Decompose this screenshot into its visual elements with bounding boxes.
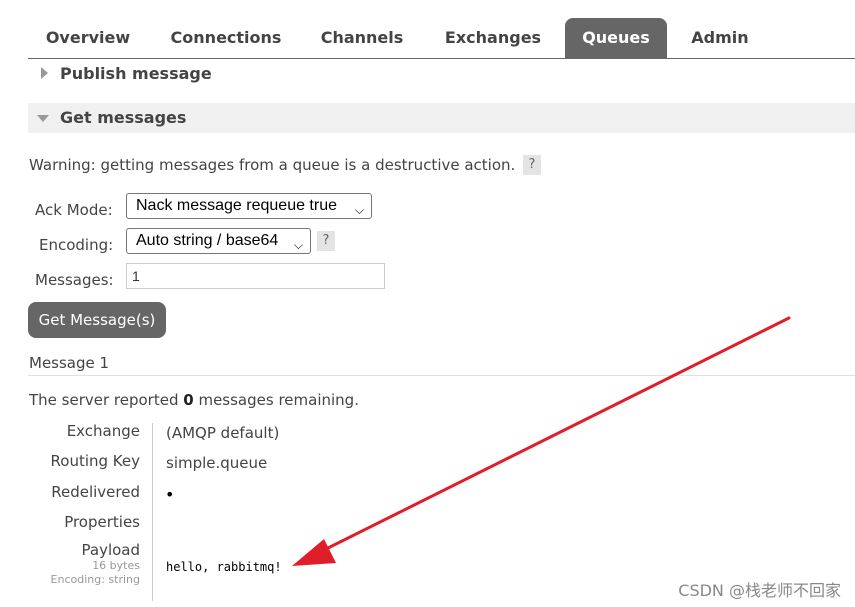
routing-key-key: Routing Key xyxy=(50,452,140,470)
remaining-prefix: The server reported xyxy=(29,391,184,409)
section-title: Publish message xyxy=(60,64,212,83)
nav-tabs: Overview Connections Channels Exchanges … xyxy=(28,18,855,59)
payload-key: Payload xyxy=(81,541,141,559)
section-title: Get messages xyxy=(60,108,187,127)
exchange-value: (AMQP default) xyxy=(166,424,280,442)
divider xyxy=(28,375,855,376)
exchange-key: Exchange xyxy=(66,422,140,440)
watermark: CSDN @栈老师不回家 xyxy=(678,581,841,600)
payload-encoding: Encoding: string xyxy=(50,573,140,586)
chevron-down-icon: ⌵ xyxy=(293,238,303,252)
ack-mode-value: Nack message requeue true xyxy=(136,197,337,214)
chevron-down-icon: ⌵ xyxy=(354,203,364,217)
properties-key: Properties xyxy=(64,513,140,531)
get-messages-button[interactable]: Get Message(s) xyxy=(28,302,166,338)
collapse-arrow-icon xyxy=(37,115,49,122)
tab-queues[interactable]: Queues xyxy=(565,18,667,58)
remaining-suffix: messages remaining. xyxy=(193,391,359,409)
tab-admin[interactable]: Admin xyxy=(680,18,760,58)
properties-divider xyxy=(152,423,153,601)
help-icon[interactable]: ? xyxy=(523,155,541,175)
message-heading: Message 1 xyxy=(29,354,110,372)
encoding-label: Encoding: xyxy=(39,236,114,254)
redelivered-key: Redelivered xyxy=(51,483,140,501)
routing-key-value: simple.queue xyxy=(166,454,268,472)
encoding-value: Auto string / base64 xyxy=(136,232,279,249)
publish-message-section[interactable]: Publish message xyxy=(28,59,855,89)
payload-size: 16 bytes xyxy=(92,559,140,572)
remaining-count: 0 xyxy=(183,391,194,409)
remaining-status: The server reported 0 messages remaining… xyxy=(29,391,359,409)
tab-channels[interactable]: Channels xyxy=(308,18,416,58)
help-icon[interactable]: ? xyxy=(317,231,335,251)
ack-mode-select[interactable]: Nack message requeue true ⌵ xyxy=(126,193,372,219)
expand-arrow-icon xyxy=(41,67,48,79)
payload-value: hello, rabbitmq! xyxy=(166,560,282,574)
redelivered-value: • xyxy=(165,485,175,504)
encoding-select[interactable]: Auto string / base64 ⌵ xyxy=(126,228,311,254)
ack-mode-label: Ack Mode: xyxy=(35,201,113,219)
tab-overview[interactable]: Overview xyxy=(28,18,148,58)
get-messages-section[interactable]: Get messages xyxy=(28,103,855,133)
destructive-warning: Warning: getting messages from a queue i… xyxy=(29,156,516,174)
tab-connections[interactable]: Connections xyxy=(158,18,294,58)
messages-count-input[interactable] xyxy=(126,263,385,289)
messages-label: Messages: xyxy=(35,271,114,289)
tab-exchanges[interactable]: Exchanges xyxy=(433,18,553,58)
